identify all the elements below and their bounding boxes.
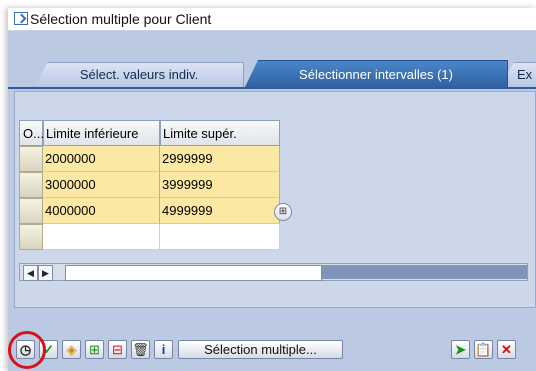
horizontal-scrollbar[interactable]: ◀ ▶ bbox=[19, 263, 528, 281]
window-title: Sélection multiple pour Client bbox=[30, 11, 212, 27]
scroll-right-icon[interactable]: ▶ bbox=[38, 265, 53, 281]
lower-limit-cell[interactable] bbox=[43, 224, 160, 250]
delete-row-icon[interactable]: ⊟ bbox=[108, 340, 127, 359]
highlight-circle bbox=[8, 331, 46, 369]
scroll-thumb[interactable] bbox=[65, 265, 322, 281]
scroll-left-icon[interactable]: ◀ bbox=[23, 265, 38, 281]
multiple-selection-button[interactable]: Sélection multiple... bbox=[178, 340, 343, 359]
bottom-toolbar: ◷ ✓ ◈ ⊞ ⊟ 🗑 i Sélection multiple... ➤ 📋 … bbox=[0, 330, 536, 371]
row-selector[interactable] bbox=[19, 172, 43, 198]
info-icon[interactable]: i bbox=[154, 340, 173, 359]
header-upper-limit[interactable]: Limite supér. bbox=[160, 120, 280, 146]
row-selector[interactable] bbox=[19, 198, 43, 224]
title-bar: Sélection multiple pour Client bbox=[8, 8, 536, 31]
upper-limit-cell[interactable] bbox=[160, 224, 280, 250]
header-lower-limit[interactable]: Limite inférieure bbox=[43, 120, 160, 146]
tab-underline bbox=[8, 87, 536, 89]
upload-icon[interactable]: ➤ bbox=[451, 340, 470, 359]
window-icon bbox=[14, 12, 28, 25]
insert-row-icon[interactable]: ⊞ bbox=[85, 340, 104, 359]
tab-intervals[interactable]: Sélectionner intervalles (1) bbox=[244, 60, 508, 89]
lower-limit-cell[interactable]: 2000000 bbox=[43, 146, 160, 172]
tab-single-values[interactable]: Sélect. valeurs indiv. bbox=[34, 62, 244, 87]
more-options-icon[interactable]: ⊞ bbox=[274, 203, 292, 221]
tab-strip: Sélect. valeurs indiv. Ex Sélectionner i… bbox=[8, 48, 536, 89]
header-option[interactable]: O... bbox=[19, 120, 44, 146]
lower-limit-cell[interactable]: 3000000 bbox=[43, 172, 160, 198]
clipboard-icon[interactable]: 📋 bbox=[474, 340, 493, 359]
row-selector[interactable] bbox=[19, 146, 43, 172]
grid-header: O... Limite inférieure Limite supér. bbox=[19, 120, 282, 146]
cancel-icon[interactable]: ✕ bbox=[497, 340, 516, 359]
scroll-track bbox=[322, 265, 527, 279]
row-selector[interactable] bbox=[19, 224, 43, 250]
upper-limit-cell[interactable]: 4999999 bbox=[160, 198, 280, 224]
upper-limit-cell[interactable]: 3999999 bbox=[160, 172, 280, 198]
upper-limit-cell[interactable]: 2999999 bbox=[160, 146, 280, 172]
lower-limit-cell[interactable]: 4000000 bbox=[43, 198, 160, 224]
options-icon[interactable]: ◈ bbox=[62, 340, 81, 359]
trash-icon[interactable]: 🗑 bbox=[131, 340, 150, 359]
